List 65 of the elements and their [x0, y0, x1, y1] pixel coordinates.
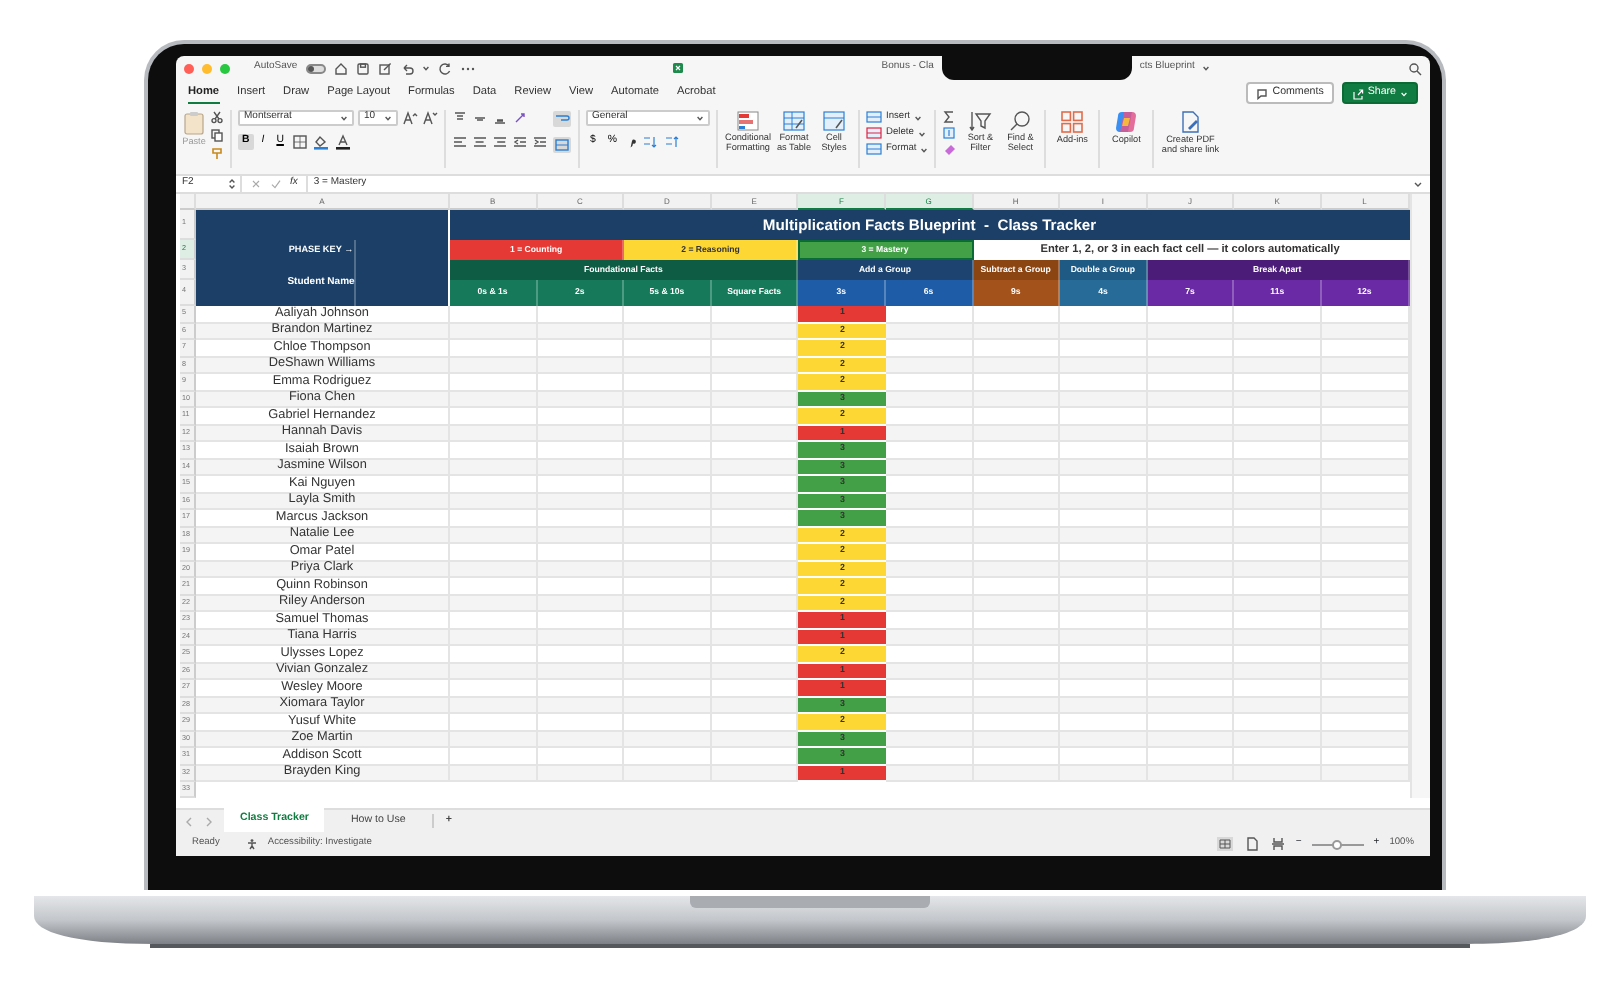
- orientation-icon[interactable]: [512, 110, 530, 126]
- copilot-icon: [1114, 110, 1139, 134]
- select-all-button[interactable]: [180, 194, 196, 210]
- caret-icon: [1400, 89, 1408, 97]
- zoom-button[interactable]: [220, 63, 230, 73]
- search-icon[interactable]: [1407, 61, 1422, 75]
- decrease-indent-icon[interactable]: [512, 134, 528, 150]
- home-icon[interactable]: [333, 61, 348, 75]
- comment-icon: [1256, 87, 1269, 99]
- increase-indent-icon[interactable]: [532, 134, 548, 150]
- caret-icon[interactable]: [421, 64, 430, 72]
- decrease-decimal-icon[interactable]: [663, 134, 682, 150]
- redo-icon[interactable]: [437, 61, 452, 75]
- caret-icon[interactable]: [1202, 64, 1211, 72]
- align-top-icon[interactable]: [452, 110, 468, 126]
- accessibility-icon[interactable]: [245, 838, 258, 850]
- format-cells-icon: [866, 142, 882, 157]
- borders-icon[interactable]: [291, 134, 308, 150]
- align-center-icon[interactable]: [472, 134, 488, 150]
- close-button[interactable]: [184, 63, 194, 73]
- zoom-slider[interactable]: [1332, 839, 1343, 849]
- format-as-table-icon: [782, 110, 806, 132]
- autosum-icon[interactable]: [942, 110, 959, 124]
- delete-cells-icon: [866, 126, 882, 141]
- fill-color-icon[interactable]: [311, 134, 330, 150]
- wrap-text-icon[interactable]: [552, 110, 572, 128]
- conditional-formatting-icon: [736, 110, 760, 132]
- align-right-icon[interactable]: [492, 134, 508, 150]
- align-left-icon[interactable]: [452, 134, 468, 150]
- caret-icon: [696, 114, 704, 122]
- page-layout-icon[interactable]: [1243, 836, 1260, 852]
- previous-sheet-icon[interactable]: [184, 815, 194, 827]
- undo-icon[interactable]: [399, 61, 414, 75]
- vertical-scrollbar[interactable]: [1409, 194, 1430, 798]
- enter-icon[interactable]: [270, 178, 282, 190]
- next-sheet-icon[interactable]: [204, 815, 214, 827]
- caret-icon: [384, 114, 392, 122]
- share-icon: [1351, 87, 1364, 99]
- pdf-icon: [1178, 110, 1203, 134]
- scissors-icon[interactable]: [210, 110, 224, 124]
- edit-icon[interactable]: [377, 61, 392, 75]
- stepper-icon: [228, 178, 236, 190]
- save-icon[interactable]: [355, 61, 370, 75]
- spreadsheet-icon: [672, 62, 685, 74]
- merge-cells-icon[interactable]: [552, 136, 572, 154]
- eraser-icon[interactable]: [942, 142, 959, 156]
- cell-styles-icon: [822, 110, 846, 132]
- page-break-icon[interactable]: [1269, 836, 1286, 852]
- comma-style-icon[interactable]: [625, 134, 638, 150]
- sort-filter-icon: [968, 110, 993, 132]
- paintbrush-icon[interactable]: [210, 146, 224, 160]
- grow-font-icon[interactable]: [402, 110, 418, 126]
- clipboard-icon: [182, 110, 206, 136]
- shrink-font-icon[interactable]: [422, 110, 438, 126]
- caret-icon: [340, 114, 348, 122]
- find-icon: [1008, 110, 1033, 132]
- minimize-button[interactable]: [202, 63, 212, 73]
- normal-view-icon[interactable]: [1215, 836, 1234, 852]
- expand-icon[interactable]: [1412, 178, 1424, 190]
- cancel-icon[interactable]: [250, 178, 262, 190]
- insert-cells-icon: [866, 110, 882, 125]
- copy-icon[interactable]: [210, 128, 224, 142]
- font-color-icon[interactable]: [333, 134, 352, 150]
- autosave-toggle[interactable]: [305, 63, 326, 73]
- add-ins-icon: [1060, 110, 1085, 134]
